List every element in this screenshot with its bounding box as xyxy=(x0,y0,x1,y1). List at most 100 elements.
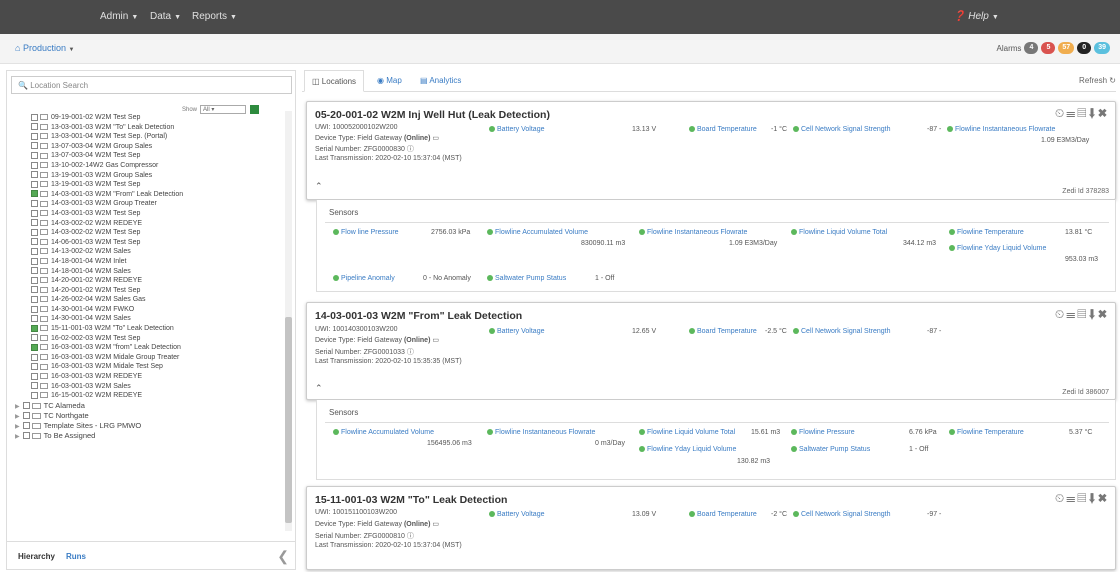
tree-checkbox[interactable] xyxy=(22,412,30,420)
sensor-yday-liquid-volume[interactable]: Flowline Yday Liquid Volume xyxy=(949,245,1046,252)
tree-checkbox[interactable] xyxy=(31,295,38,303)
list-icon[interactable]: ☰ xyxy=(1066,307,1077,321)
tree-group[interactable]: ▶ TC Alameda xyxy=(11,401,285,411)
sensor-saltwater-pump[interactable]: Saltwater Pump Status xyxy=(791,446,870,453)
tree-checkbox[interactable] xyxy=(31,305,38,313)
sensor-flow-line-pressure[interactable]: Flow line Pressure xyxy=(333,229,399,236)
metric-board-temperature[interactable]: Board Temperature xyxy=(689,126,757,133)
tree-checkbox[interactable] xyxy=(31,324,38,332)
tree-checkbox[interactable] xyxy=(31,334,38,342)
metric-cell-signal[interactable]: Cell Network Signal Strength xyxy=(793,511,891,518)
tree-group[interactable]: ▶ To Be Assigned xyxy=(11,431,285,441)
info-icon[interactable]: ⓘ xyxy=(407,349,414,356)
alarm-count-orange[interactable]: 57 xyxy=(1058,42,1075,54)
tree-checkbox[interactable] xyxy=(22,402,30,410)
sensor-flowline-pressure[interactable]: Flowline Pressure xyxy=(791,429,855,436)
chart-icon[interactable]: ▤ xyxy=(1077,307,1088,321)
tree-checkbox[interactable] xyxy=(31,190,38,198)
expand-arrow-icon[interactable]: ▶ xyxy=(15,424,20,430)
alarm-count-black[interactable]: 0 xyxy=(1077,42,1092,54)
collapse-chevron-icon[interactable]: ⌃ xyxy=(315,383,323,394)
tree-checkbox[interactable] xyxy=(31,382,38,390)
sensor-flowline-temperature[interactable]: Flowline Temperature xyxy=(949,229,1024,236)
collapse-chevron-icon[interactable]: ⌃ xyxy=(315,181,323,192)
sensor-saltwater-pump[interactable]: Saltwater Pump Status xyxy=(487,275,566,282)
tree-checkbox[interactable] xyxy=(31,113,38,121)
close-icon[interactable]: ✖ xyxy=(1098,307,1109,321)
tree-checkbox[interactable] xyxy=(31,200,38,207)
close-icon[interactable]: ✖ xyxy=(1098,106,1109,120)
alarm-count-red[interactable]: 5 xyxy=(1041,42,1056,54)
metric-board-temperature[interactable]: Board Temperature xyxy=(689,511,757,518)
tree-checkbox[interactable] xyxy=(31,353,38,361)
tree-item[interactable]: 14-03-002-02 W2M REDEYE xyxy=(11,219,285,229)
metric-flowline-flowrate[interactable]: Flowline Instantaneous Flowrate xyxy=(947,126,1055,133)
tree-checkbox[interactable] xyxy=(31,238,38,246)
tree-scrollbar[interactable] xyxy=(285,111,292,531)
tree-item[interactable]: 13-03-001-03 W2M "To" Leak Detection xyxy=(11,123,285,133)
tree-item[interactable]: 15-11-001-03 W2M "To" Leak Detection xyxy=(11,324,285,334)
sensor-liquid-volume-total[interactable]: Flowline Liquid Volume Total xyxy=(639,429,735,436)
tree-item[interactable]: 09-19-001-02 W2M Test Sep xyxy=(11,113,285,123)
tree-checkbox[interactable] xyxy=(31,180,38,188)
tree-checkbox[interactable] xyxy=(31,132,38,140)
location-search-input[interactable]: 🔍 Location Search xyxy=(11,76,292,94)
expand-arrow-icon[interactable]: ▶ xyxy=(15,434,20,440)
sensor-instantaneous-flowrate[interactable]: Flowline Instantaneous Flowrate xyxy=(639,229,747,236)
collapse-panel-icon[interactable]: ❮ xyxy=(277,548,289,565)
tree-item[interactable]: 13-03-001-04 W2M Test Sep. (Portal) xyxy=(11,132,285,142)
tab-runs[interactable]: Runs xyxy=(66,552,86,561)
tree-checkbox[interactable] xyxy=(22,432,30,440)
menu-help[interactable]: ❓ Help ▼ xyxy=(953,11,999,22)
tree-checkbox[interactable] xyxy=(31,209,38,217)
tree-item[interactable]: 13-07-003-04 W2M Group Sales xyxy=(11,142,285,152)
list-icon[interactable]: ☰ xyxy=(1066,491,1077,505)
sensor-liquid-volume-total[interactable]: Flowline Liquid Volume Total xyxy=(791,229,887,236)
menu-admin[interactable]: Admin ▼ xyxy=(100,11,138,22)
card-title[interactable]: 15-11-001-03 W2M "To" Leak Detection xyxy=(315,494,507,506)
metric-battery-voltage[interactable]: Battery Voltage xyxy=(489,511,544,518)
tree-item[interactable]: 14-26-002-04 W2M Sales Gas xyxy=(11,295,285,305)
refresh-button[interactable]: Refresh ↻ xyxy=(1079,76,1116,85)
tree-item[interactable]: 16-02-002-03 W2M Test Sep xyxy=(11,334,285,344)
metric-cell-signal[interactable]: Cell Network Signal Strength xyxy=(793,328,891,335)
tree-checkbox[interactable] xyxy=(31,391,38,399)
chart-icon[interactable]: ▤ xyxy=(1077,106,1088,120)
sensor-accumulated-volume[interactable]: Flowline Accumulated Volume xyxy=(333,429,434,436)
card-title[interactable]: 14-03-001-03 W2M "From" Leak Detection xyxy=(315,310,522,322)
tree-item[interactable]: 14-13-002-02 W2M Sales xyxy=(11,247,285,257)
tree-item[interactable]: 16-03-001-03 W2M Midale Test Sep xyxy=(11,362,285,372)
tab-analytics[interactable]: ▤ Analytics xyxy=(413,70,468,92)
expand-arrow-icon[interactable]: ▶ xyxy=(15,414,20,420)
sensor-accumulated-volume[interactable]: Flowline Accumulated Volume xyxy=(487,229,588,236)
tree-checkbox[interactable] xyxy=(31,372,38,380)
tab-hierarchy[interactable]: Hierarchy xyxy=(18,552,55,561)
tab-locations[interactable]: ◫ Locations xyxy=(304,70,365,92)
tree-item[interactable]: 14-20-001-02 W2M REDEYE xyxy=(11,276,285,286)
history-icon[interactable]: ⏲ xyxy=(1055,106,1066,120)
tree-group[interactable]: ▶ TC Northgate xyxy=(11,411,285,421)
download-icon[interactable]: ⬇ xyxy=(1088,307,1097,321)
tree-item[interactable]: 14-06-001-03 W2M Test Sep xyxy=(11,238,285,248)
tree-checkbox[interactable] xyxy=(31,161,38,169)
tree-checkbox[interactable] xyxy=(31,123,38,131)
tree-checkbox[interactable] xyxy=(31,257,38,265)
tree-item[interactable]: 16-03-001-03 W2M REDEYE xyxy=(11,372,285,382)
tree-checkbox[interactable] xyxy=(31,276,38,284)
tree-item[interactable]: 13-10-002-14W2 Gas Compressor xyxy=(11,161,285,171)
metric-cell-signal[interactable]: Cell Network Signal Strength xyxy=(793,126,891,133)
tree-checkbox[interactable] xyxy=(31,247,38,255)
tab-map[interactable]: ◉ Map xyxy=(370,70,409,92)
sensor-yday-liquid-volume[interactable]: Flowline Yday Liquid Volume xyxy=(639,446,736,453)
close-icon[interactable]: ✖ xyxy=(1098,491,1109,505)
tree-group[interactable]: ▶ Template Sites - LRG PMWO xyxy=(11,421,285,431)
metric-board-temperature[interactable]: Board Temperature xyxy=(689,328,757,335)
info-icon[interactable]: ⓘ xyxy=(407,533,414,540)
tree-item[interactable]: 16-15-001-02 W2M REDEYE xyxy=(11,391,285,401)
tree-checkbox[interactable] xyxy=(31,286,38,294)
tree-checkbox[interactable] xyxy=(31,228,38,236)
tree-item[interactable]: 13-07-003-04 W2M Test Sep xyxy=(11,151,285,161)
download-icon[interactable]: ⬇ xyxy=(1088,491,1097,505)
tree-checkbox[interactable] xyxy=(22,422,30,430)
expand-arrow-icon[interactable]: ▶ xyxy=(15,404,20,410)
